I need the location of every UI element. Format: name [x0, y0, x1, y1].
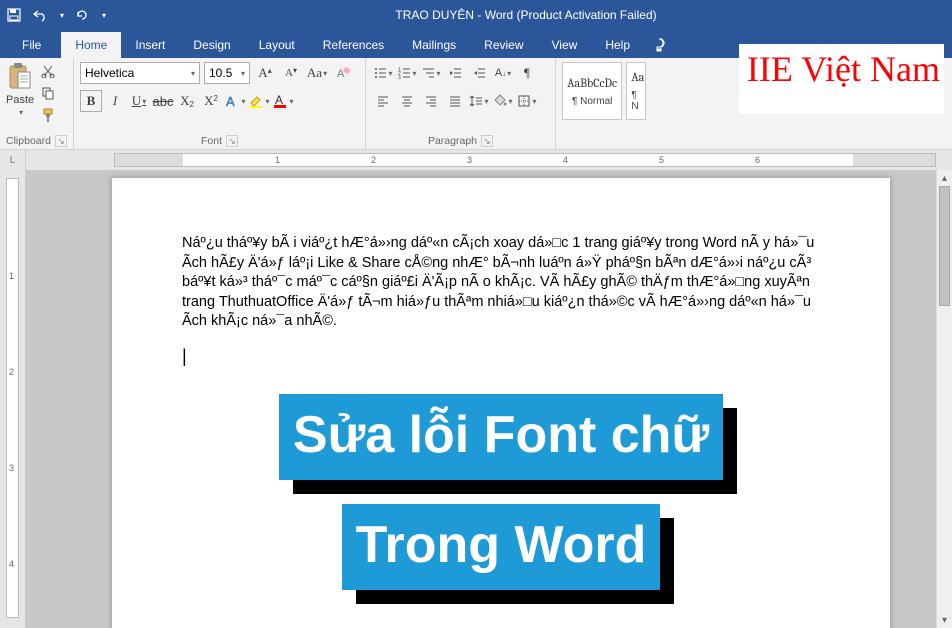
group-clipboard: Paste ▾ Clipboard ↘ [0, 58, 74, 149]
document-area[interactable]: Náº¿u tháº¥y bÃ i viáº¿t hÆ°á»›ng dáº«n … [26, 170, 952, 628]
tab-home[interactable]: Home [61, 32, 121, 58]
title-bar: ▾ ▾ TRAO DUYÊN - Word (Product Activatio… [0, 0, 952, 30]
format-painter-icon[interactable] [38, 106, 58, 124]
style-normal[interactable]: AaBbCcDc ¶ Normal [562, 62, 622, 120]
paste-dropdown-icon[interactable]: ▾ [19, 108, 23, 117]
paste-icon[interactable] [6, 62, 34, 92]
paragraph-launcher-icon[interactable]: ↘ [481, 135, 493, 147]
tab-design[interactable]: Design [179, 32, 244, 58]
sort-icon[interactable]: A↓ [492, 62, 514, 84]
scroll-thumb[interactable] [939, 186, 950, 306]
redo-icon[interactable] [74, 7, 90, 23]
numbering-icon[interactable]: 123 [396, 62, 418, 84]
line-spacing-icon[interactable] [468, 90, 490, 112]
tab-insert[interactable]: Insert [121, 32, 179, 58]
cut-icon[interactable] [38, 62, 58, 80]
group-label-paragraph: Paragraph ↘ [372, 133, 549, 147]
save-icon[interactable] [6, 7, 22, 23]
font-name-selector[interactable]: Helvetica▾ [80, 62, 200, 84]
svg-text:3: 3 [398, 75, 401, 80]
group-styles: AaBbCcDc ¶ Normal Aa ¶ N [556, 58, 652, 149]
body-paragraph[interactable]: Náº¿u tháº¥y bÃ i viáº¿t hÆ°á»›ng dáº«n … [182, 234, 820, 332]
group-paragraph: 123 A↓ ¶ Paragraph ↘ [366, 58, 556, 149]
ruler-h-track[interactable]: 1 2 3 4 5 6 [114, 153, 936, 167]
highlight-color-icon[interactable] [248, 90, 270, 112]
group-label-font: Font ↘ [80, 133, 359, 147]
tab-help[interactable]: Help [591, 32, 644, 58]
tab-selector[interactable]: L [0, 150, 26, 170]
strikethrough-button[interactable]: abc [152, 90, 174, 112]
bullets-icon[interactable] [372, 62, 394, 84]
ruler-v-track[interactable]: 1 2 3 4 [6, 178, 19, 618]
window-title: TRAO DUYÊN - Word (Product Activation Fa… [106, 8, 946, 22]
multilevel-list-icon[interactable] [420, 62, 442, 84]
workspace: 1 2 3 4 Náº¿u tháº¥y bÃ i viáº¿t hÆ°á»›n… [0, 170, 952, 628]
ruler-horizontal: L 1 2 3 4 5 6 [0, 150, 952, 170]
superscript-button[interactable]: X2 [200, 90, 222, 112]
align-right-icon[interactable] [420, 90, 442, 112]
tell-me-icon[interactable] [650, 36, 668, 54]
text-cursor[interactable]: | [182, 344, 820, 368]
banner-1[interactable]: Sửa lỗi Font chữ [279, 394, 723, 480]
copy-icon[interactable] [38, 84, 58, 102]
shrink-font-icon[interactable]: A▾ [280, 62, 302, 84]
font-launcher-icon[interactable]: ↘ [226, 135, 238, 147]
font-size-selector[interactable]: 10.5▾ [204, 62, 250, 84]
scrollbar-vertical[interactable]: ▴ ▾ [936, 170, 952, 628]
clipboard-launcher-icon[interactable]: ↘ [55, 135, 67, 147]
ruler-vertical: 1 2 3 4 [0, 170, 26, 628]
style-partial[interactable]: Aa ¶ N [626, 62, 646, 120]
undo-icon[interactable] [32, 7, 48, 23]
align-center-icon[interactable] [396, 90, 418, 112]
increase-indent-icon[interactable] [468, 62, 490, 84]
svg-text:A: A [226, 94, 235, 109]
clear-formatting-icon[interactable]: A [332, 62, 354, 84]
tab-layout[interactable]: Layout [245, 32, 309, 58]
brand-overlay: IIE Việt Nam [739, 44, 944, 114]
font-color-icon[interactable]: A [272, 90, 294, 112]
group-font: Helvetica▾ 10.5▾ A▴ A▾ Aa A B I U abc X2… [74, 58, 366, 149]
text-effects-icon[interactable]: A [224, 90, 246, 112]
tab-references[interactable]: References [309, 32, 398, 58]
italic-button[interactable]: I [104, 90, 126, 112]
change-case-icon[interactable]: Aa [306, 62, 328, 84]
scroll-down-icon[interactable]: ▾ [937, 612, 952, 628]
tab-file[interactable]: File [2, 32, 61, 58]
undo-dropdown-icon[interactable]: ▾ [60, 11, 64, 20]
group-label-styles [562, 145, 646, 147]
shading-icon[interactable] [492, 90, 514, 112]
show-marks-icon[interactable]: ¶ [516, 62, 538, 84]
underline-button[interactable]: U [128, 90, 150, 112]
page[interactable]: Náº¿u tháº¥y bÃ i viáº¿t hÆ°á»›ng dáº«n … [112, 178, 890, 628]
justify-icon[interactable] [444, 90, 466, 112]
group-label-clipboard: Clipboard ↘ [6, 133, 67, 147]
decrease-indent-icon[interactable] [444, 62, 466, 84]
tab-view[interactable]: View [538, 32, 592, 58]
borders-icon[interactable] [516, 90, 538, 112]
subscript-button[interactable]: X2 [176, 90, 198, 112]
grow-font-icon[interactable]: A▴ [254, 62, 276, 84]
tab-mailings[interactable]: Mailings [398, 32, 470, 58]
bold-button[interactable]: B [80, 90, 102, 112]
paste-label[interactable]: Paste [6, 94, 34, 106]
quick-access-toolbar: ▾ ▾ [6, 7, 106, 23]
tab-review[interactable]: Review [470, 32, 537, 58]
svg-text:A: A [275, 93, 283, 107]
scroll-up-icon[interactable]: ▴ [937, 170, 952, 186]
banner-2[interactable]: Trong Word [342, 504, 661, 590]
align-left-icon[interactable] [372, 90, 394, 112]
